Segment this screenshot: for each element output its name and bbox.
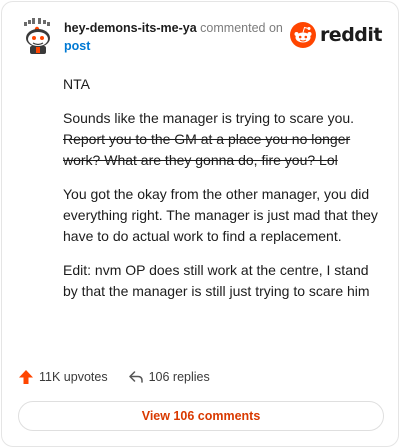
avatar[interactable] [18, 16, 58, 56]
reply-count: 106 replies [148, 370, 210, 384]
action-text: commented on [200, 21, 283, 35]
reddit-icon [289, 22, 316, 48]
comment-text: Sounds like the manager is trying to sca… [63, 110, 355, 126]
upvote-count: 11K upvotes [39, 370, 108, 384]
reddit-logo[interactable]: reddit [289, 22, 383, 48]
reply-arrow-icon [128, 371, 143, 383]
post-link[interactable]: post [64, 37, 304, 55]
username[interactable]: hey-demons-its-me-ya [64, 21, 197, 35]
comment-paragraph: Sounds like the manager is trying to sca… [63, 108, 383, 171]
upvote-stat[interactable]: 11K upvotes [18, 369, 108, 385]
reply-stat[interactable]: 106 replies [128, 369, 210, 385]
comment-body: NTA Sounds like the manager is trying to… [63, 74, 383, 315]
comment-paragraph: You got the okay from the other manager,… [63, 186, 378, 244]
comment-card: hey-demons-its-me-ya commented on post r… [1, 1, 399, 447]
comment-meta: hey-demons-its-me-ya commented on post [64, 19, 304, 55]
comment-stats: 11K upvotes 106 replies [18, 366, 210, 388]
upvote-arrow-icon [19, 370, 33, 384]
reddit-wordmark: reddit [319, 24, 383, 46]
struck-text: Report you to the GM at a place you no l… [63, 131, 351, 168]
comment-paragraph: NTA [63, 76, 90, 92]
view-comments-button[interactable]: View 106 comments [18, 401, 384, 431]
comment-paragraph: Edit: nvm OP does still work at the cent… [63, 262, 370, 299]
